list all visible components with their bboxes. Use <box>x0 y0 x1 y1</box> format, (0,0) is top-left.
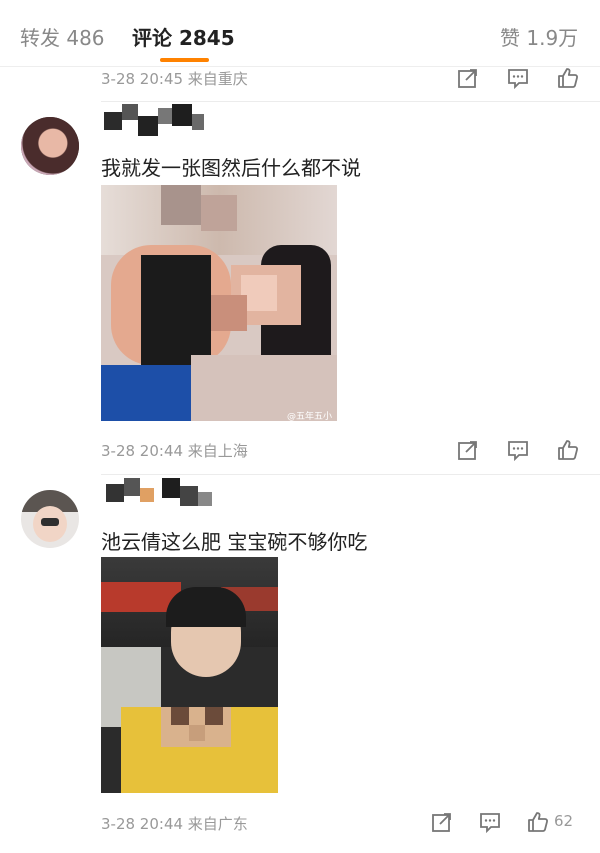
username-blurred[interactable] <box>96 100 206 140</box>
tab-comment[interactable]: 评论 2845 <box>132 22 235 51</box>
comment-text: 池云倩这么肥 宝宝碗不够你吃 <box>101 530 368 554</box>
thumbs-up-icon[interactable]: 62 <box>526 810 573 834</box>
thumbs-up-icon[interactable] <box>556 66 580 90</box>
comment-image[interactable] <box>101 557 278 793</box>
tab-repost[interactable]: 转发 486 <box>20 22 105 51</box>
username-blurred[interactable] <box>98 472 216 512</box>
like-count: 62 <box>554 812 574 830</box>
comment-icon[interactable] <box>506 438 530 462</box>
comment-meta: 3-28 20:44 来自广东 <box>101 815 248 833</box>
image-watermark: @五年五小时 <box>287 412 333 421</box>
comment-icon[interactable] <box>478 810 502 834</box>
comment-tabs: 转发 486 评论 2845 赞 1.9万 <box>0 0 600 67</box>
comment-meta: 3-28 20:44 来自上海 <box>101 442 248 460</box>
avatar[interactable] <box>21 117 79 175</box>
comment-meta: 3-28 20:45 来自重庆 <box>101 70 248 88</box>
comment-text: 我就发一张图然后什么都不说 <box>101 156 361 180</box>
share-icon[interactable] <box>430 810 454 834</box>
comment-actions <box>456 438 586 462</box>
comment-icon[interactable] <box>506 66 530 90</box>
avatar[interactable] <box>21 490 79 548</box>
comment-image[interactable]: @五年五小时 <box>101 185 337 421</box>
active-tab-indicator <box>160 58 209 62</box>
comment-actions <box>456 66 586 90</box>
share-icon[interactable] <box>456 438 480 462</box>
share-icon[interactable] <box>456 66 480 90</box>
tab-like[interactable]: 赞 1.9万 <box>500 22 578 51</box>
comment-actions: 62 <box>430 810 590 834</box>
thumbs-up-icon[interactable] <box>556 438 580 462</box>
